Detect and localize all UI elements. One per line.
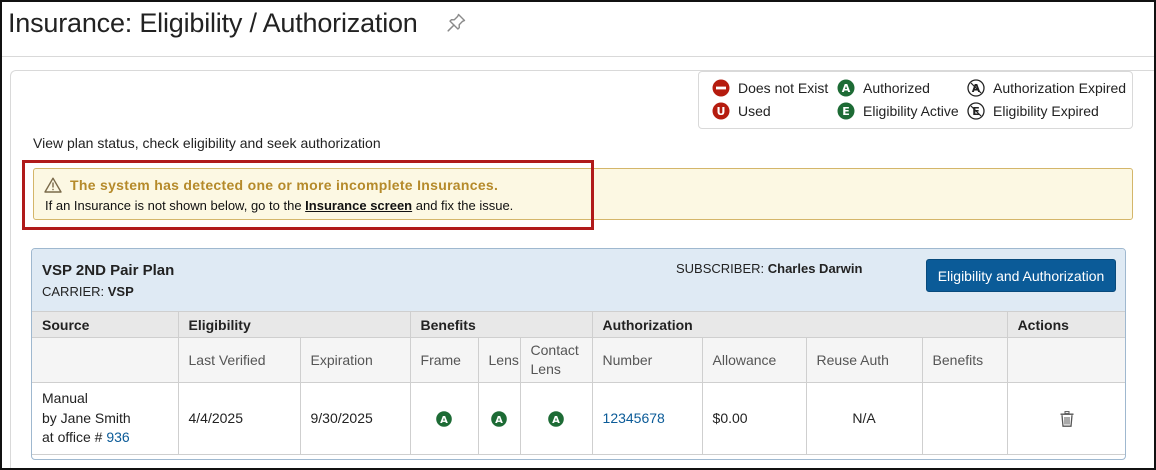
column-header-empty (32, 337, 179, 383)
legend-does-not-exist: Does not Exist (712, 79, 828, 97)
does-not-exist-icon (712, 79, 730, 97)
subscriber-label: SUBSCRIBER: (676, 261, 768, 276)
eligibility-expired-icon: E (967, 102, 985, 120)
authorized-icon: A (548, 411, 564, 427)
legend-label: Eligibility Expired (993, 103, 1099, 119)
plan-card: VSP 2ND Pair Plan CARRIER: VSP SUBSCRIBE… (31, 248, 1126, 460)
authorization-expired-icon: A (967, 79, 985, 97)
expiration-cell: 9/30/2025 (299, 382, 411, 455)
authorized-icon: A (491, 411, 507, 427)
authorized-icon: A (837, 79, 855, 97)
page-title: Insurance: Eligibility / Authorization (8, 8, 418, 38)
reuse-auth-cell: N/A (805, 382, 923, 455)
pin-icon[interactable] (446, 13, 466, 33)
eligibility-active-icon: E (837, 102, 855, 120)
badge-letter: U (717, 105, 726, 118)
frame-status-cell: A (409, 382, 479, 455)
office-label: at office # (42, 429, 107, 446)
column-header-reuse-auth: Reuse Auth (805, 337, 923, 383)
carrier-label: CARRIER: (42, 284, 108, 299)
source-line: at office # 936 (42, 428, 168, 448)
legend-label: Does not Exist (738, 80, 829, 96)
source-line: Manual (42, 390, 88, 407)
alert-text-before: If an Insurance is not shown below, go t… (45, 198, 306, 213)
plan-name: VSP 2ND Pair Plan (42, 262, 175, 279)
column-header-row: Last Verified Expiration Frame Lens Cont… (32, 337, 1125, 383)
legend-used: U Used (712, 102, 771, 120)
subscriber-value: Charles Darwin (767, 261, 863, 276)
badge-letter: A (552, 415, 560, 426)
insurance-table: Source Eligibility Benefits Authorizatio… (32, 311, 1125, 455)
column-header-lens: Lens (477, 337, 521, 383)
legend-label: Authorized (863, 80, 930, 96)
used-icon: U (712, 102, 730, 120)
legend-label: Eligibility Active (863, 103, 959, 119)
source-line: by Jane Smith (42, 409, 131, 426)
legend-authorization-expired: A Authorization Expired (967, 79, 1126, 97)
group-header-actions: Actions (1006, 311, 1125, 338)
legend-eligibility-active: E Eligibility Active (837, 102, 959, 120)
column-header-benefits: Benefits (921, 337, 1008, 383)
plan-header: VSP 2ND Pair Plan CARRIER: VSP SUBSCRIBE… (32, 249, 1125, 311)
legend-label: Used (738, 103, 771, 119)
group-header-authorization: Authorization (591, 311, 1008, 338)
plan-subscriber: SUBSCRIBER: Charles Darwin (676, 261, 862, 276)
lens-status-cell: A (477, 382, 521, 455)
column-header-number: Number (591, 337, 703, 383)
allowance-cell: $0.00 (701, 382, 807, 455)
authorized-icon: A (436, 411, 452, 427)
plan-carrier: CARRIER: VSP (42, 284, 134, 299)
group-header-source: Source (32, 311, 179, 338)
office-link[interactable]: 936 (106, 429, 129, 445)
legend-eligibility-expired: E Eligibility Expired (967, 102, 1099, 120)
column-header-contact-lens: Contact Lens (519, 337, 593, 383)
source-cell: Manual by Jane Smith at office # 936 (32, 382, 179, 455)
alert-title: The system has detected one or more inco… (70, 177, 499, 193)
carrier-value: VSP (107, 284, 134, 299)
eligibility-authorization-button[interactable]: Eligibility and Authorization (926, 259, 1116, 292)
incomplete-insurance-alert: The system has detected one or more inco… (33, 168, 1133, 220)
group-header-row: Source Eligibility Benefits Authorizatio… (32, 311, 1125, 338)
page-header: Insurance: Eligibility / Authorization (2, 2, 1154, 57)
insurance-screen-link[interactable]: Insurance screen (305, 198, 412, 213)
warning-icon (44, 177, 62, 193)
badge-letter: A (842, 82, 851, 95)
legend-label: Authorization Expired (993, 80, 1127, 96)
badge-letter: A (495, 415, 503, 426)
column-header-expiration: Expiration (299, 337, 411, 383)
status-legend: Does not Exist U Used A Authorized E Eli… (698, 71, 1133, 129)
table-row: Manual by Jane Smith at office # 936 4/4… (32, 382, 1125, 455)
column-header-allowance: Allowance (701, 337, 807, 383)
contact-lens-status-cell: A (519, 382, 593, 455)
legend-authorized: A Authorized (837, 79, 930, 97)
column-header-frame: Frame (409, 337, 479, 383)
badge-letter: A (440, 415, 448, 426)
page-subtitle: View plan status, check eligibility and … (33, 135, 381, 151)
column-header-actions-empty (1006, 337, 1125, 383)
auth-number-cell: 12345678 (591, 382, 703, 455)
column-header-last-verified: Last Verified (177, 337, 301, 383)
trash-icon[interactable] (1060, 411, 1074, 427)
actions-cell (1006, 382, 1125, 455)
badge-letter: E (842, 105, 850, 118)
auth-number-link[interactable]: 12345678 (603, 410, 665, 426)
group-header-eligibility: Eligibility (177, 311, 411, 338)
benefits-cell (921, 382, 1008, 455)
last-verified-cell: 4/4/2025 (177, 382, 301, 455)
alert-text-after: and fix the issue. (412, 198, 514, 213)
alert-message: If an Insurance is not shown below, go t… (45, 198, 513, 213)
group-header-benefits: Benefits (409, 311, 593, 338)
